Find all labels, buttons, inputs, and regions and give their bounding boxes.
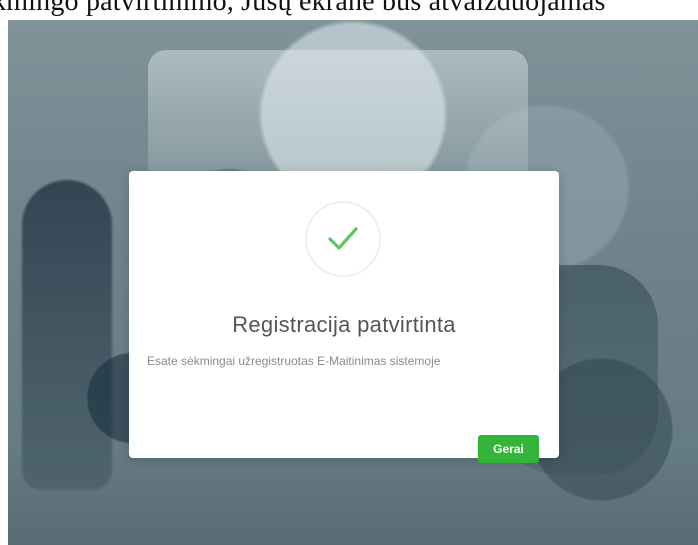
success-icon-circle xyxy=(305,201,381,277)
document-strip: kmingo patvirtinimo, Jūsų ekrane bus atv… xyxy=(0,0,698,20)
check-icon xyxy=(328,227,358,250)
app-background: Registracija patvirtinta Esate sėkmingai… xyxy=(8,20,698,545)
dialog-title: Registracija patvirtinta xyxy=(232,312,456,337)
background-person-silhouette xyxy=(22,180,112,490)
registration-confirmation-dialog: Registracija patvirtinta Esate sėkmingai… xyxy=(129,171,559,463)
ok-button[interactable]: Gerai xyxy=(478,435,539,463)
document-text-line: kmingo patvirtinimo, Jūsų ekrane bus atv… xyxy=(0,0,606,17)
background-bottom-band xyxy=(8,455,698,545)
dialog-message: Esate sėkmingai užregistruotas E-Maitini… xyxy=(147,354,441,368)
